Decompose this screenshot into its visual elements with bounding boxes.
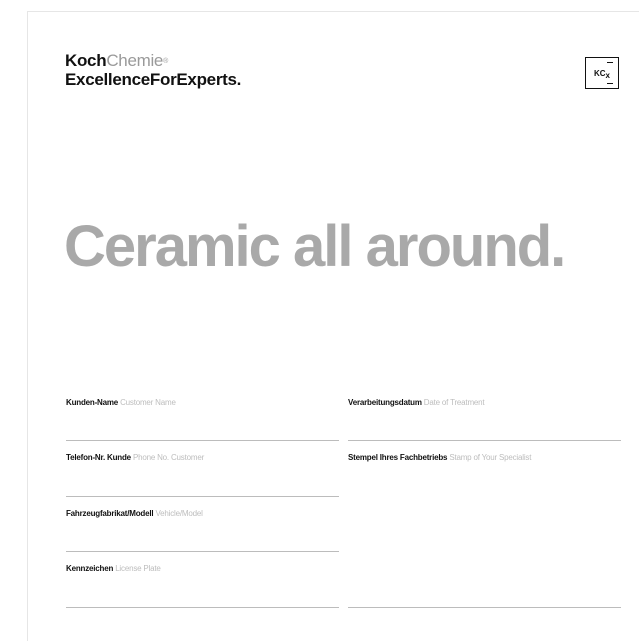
brand-name: KochChemie®	[65, 52, 241, 70]
registered-mark: ®	[163, 58, 168, 65]
brand-name-bold: Koch	[65, 51, 107, 70]
phone-label-en: Phone No. Customer	[132, 453, 205, 462]
specialist-stamp-line	[348, 607, 621, 608]
customer-name-label: Kunden-Name Customer Name	[66, 398, 339, 408]
brand-wordmark: KochChemie® ExcellenceForExperts.	[65, 52, 242, 90]
page-title: Ceramic all around.	[64, 214, 566, 279]
vehicle-line	[66, 551, 339, 552]
brand-tagline: ExcellenceForExperts.	[65, 70, 242, 89]
license-plate-label-en: License Plate	[115, 564, 161, 573]
phone-field[interactable]: Telefon-Nr. Kunde Phone No. Customer	[66, 453, 339, 497]
brand-name-light: Chemie	[106, 51, 164, 70]
license-plate-label-de: Kennzeichen	[66, 564, 114, 573]
customer-name-line	[66, 440, 339, 441]
logo-top-bar	[607, 62, 613, 64]
vehicle-label-en: Vehicle/Model	[155, 509, 203, 518]
kcx-logo-icon: KC x	[585, 57, 619, 89]
specialist-stamp-label-en: Stamp of Your Specialist	[449, 453, 532, 462]
treatment-date-label-en: Date of Treatment	[423, 398, 485, 407]
vehicle-field[interactable]: Fahrzeugfabrikat/Modell Vehicle/Model	[66, 509, 339, 552]
treatment-date-field[interactable]: Verarbeitungsdatum Date of Treatment	[348, 398, 621, 441]
phone-label-de: Telefon-Nr. Kunde	[66, 453, 131, 462]
logo-bottom-bar	[607, 82, 613, 84]
logo-letters: KC	[593, 68, 606, 78]
specialist-stamp-field[interactable]: Stempel Ihres Fachbetriebs Stamp of Your…	[348, 453, 621, 608]
treatment-date-label: Verarbeitungsdatum Date of Treatment	[348, 398, 621, 408]
specialist-stamp-label: Stempel Ihres Fachbetriebs Stamp of Your…	[348, 453, 621, 463]
license-plate-field[interactable]: Kennzeichen License Plate	[66, 564, 339, 608]
phone-line	[66, 496, 339, 497]
phone-label: Telefon-Nr. Kunde Phone No. Customer	[66, 453, 339, 463]
customer-name-label-de: Kunden-Name	[66, 398, 119, 407]
logo-subscript: x	[605, 70, 610, 80]
treatment-date-line	[348, 440, 621, 441]
customer-name-field[interactable]: Kunden-Name Customer Name	[66, 398, 339, 441]
certificate-page: KochChemie® ExcellenceForExperts. KC x Ce…	[27, 11, 639, 641]
license-plate-label: Kennzeichen License Plate	[66, 564, 339, 574]
vehicle-label-de: Fahrzeugfabrikat/Modell	[66, 509, 154, 518]
vehicle-label: Fahrzeugfabrikat/Modell Vehicle/Model	[66, 509, 339, 519]
treatment-date-label-de: Verarbeitungsdatum	[348, 398, 422, 407]
specialist-stamp-label-de: Stempel Ihres Fachbetriebs	[348, 453, 448, 462]
customer-name-label-en: Customer Name	[120, 398, 176, 407]
license-plate-line	[66, 607, 339, 608]
